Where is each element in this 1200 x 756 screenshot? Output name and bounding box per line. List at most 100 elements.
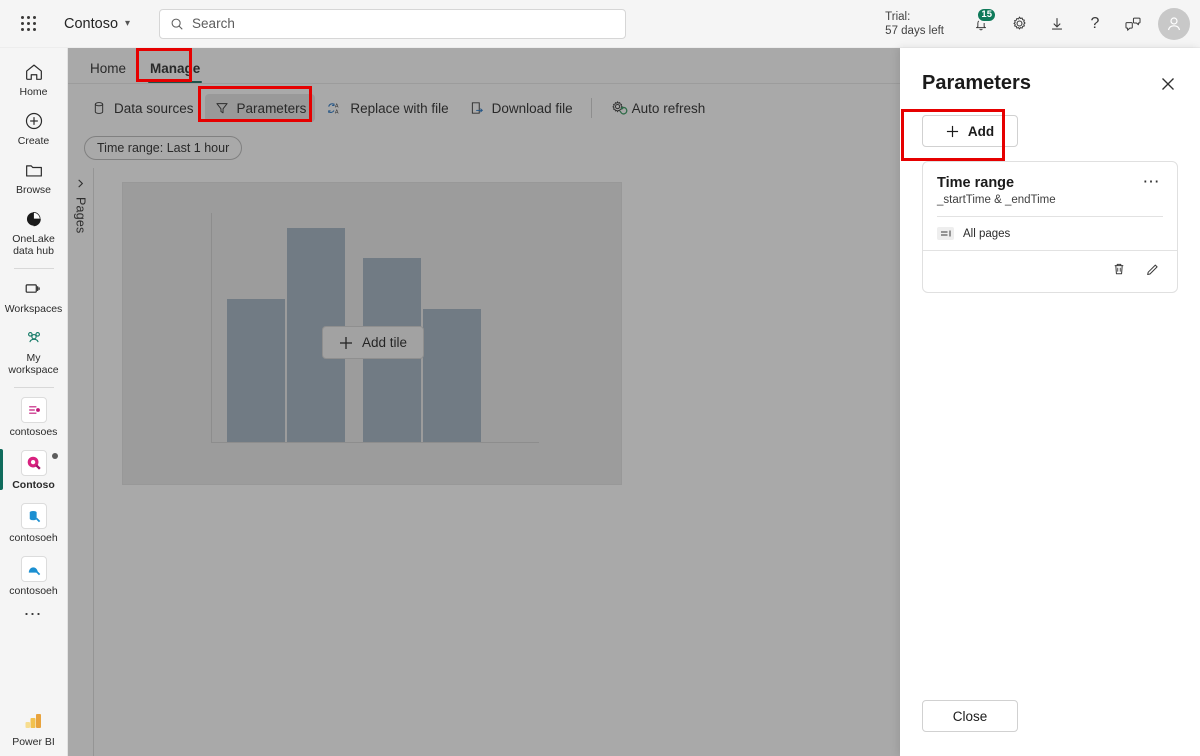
parameter-name: Time range — [937, 175, 1015, 191]
sidebar-item-workspaces[interactable]: Workspaces — [0, 271, 67, 320]
chevron-right-icon — [78, 179, 84, 188]
ellipsis-icon: ⋯ — [23, 604, 44, 624]
add-parameter-button[interactable]: Add — [922, 115, 1018, 147]
parameter-scope: All pages — [923, 217, 1177, 250]
workspaces-icon — [25, 284, 40, 293]
sidebar-item-label: Contoso — [12, 479, 55, 491]
parameter-card-header: Time range _startTime & _endTime ⋯ — [923, 162, 1177, 216]
help-icon: ? — [1090, 14, 1100, 32]
sidebar-item-my-workspace[interactable]: My workspace — [0, 320, 67, 381]
sidebar-item-label: contosoes — [9, 426, 58, 438]
sidebar-item-contosoeh-kql[interactable]: contosoeh — [0, 549, 67, 602]
app-launcher-icon[interactable] — [12, 15, 46, 32]
people-icon — [27, 332, 40, 343]
sidebar-item-onelake-data-hub[interactable]: OneLake data hub — [0, 201, 67, 262]
sidebar-item-label: contosoeh — [9, 585, 58, 597]
sidebar-item-label: Home — [19, 86, 48, 98]
parameters-button[interactable]: Parameters — [204, 94, 316, 122]
parameters-panel: Parameters Add Time range _startTime & _… — [900, 48, 1200, 756]
eventstream-icon — [20, 397, 47, 423]
sidebar-item-contosoeh-eventhouse[interactable]: contosoeh — [0, 496, 67, 549]
close-button[interactable]: Close — [922, 700, 1018, 732]
chevron-down-icon: ▾ — [125, 18, 131, 29]
svg-text:A: A — [335, 103, 339, 109]
database-icon — [94, 102, 104, 114]
brand-switcher[interactable]: Contoso ▾ — [64, 16, 130, 32]
plus-icon — [946, 125, 958, 137]
divider — [13, 387, 54, 388]
eventhouse-icon — [20, 503, 47, 529]
sidebar-item-contoso[interactable]: Contoso — [0, 443, 67, 496]
plus-circle-icon — [25, 112, 42, 130]
panel-header: Parameters — [900, 48, 1200, 101]
trial-line-2: 57 days left — [885, 24, 944, 37]
ribbon-label: Download file — [491, 100, 573, 116]
chart-y-axis — [211, 213, 212, 443]
ribbon-label: Parameters — [236, 100, 307, 116]
chart-bar — [423, 309, 481, 442]
replace-file-icon: A A — [328, 102, 339, 115]
panel-footer: Close — [900, 700, 1200, 756]
search-placeholder: Search — [192, 16, 235, 31]
feedback-button[interactable] — [1114, 5, 1152, 43]
left-nav-rail: Home Create Browse OneLake data hub Work… — [0, 48, 68, 756]
kql-database-icon — [20, 556, 47, 582]
download-file-icon — [471, 102, 483, 114]
add-tile-button[interactable]: Add tile — [322, 326, 425, 359]
sidebar-item-power-bi[interactable]: Power BI — [0, 709, 67, 756]
trash-icon[interactable] — [1109, 259, 1129, 284]
help-button[interactable]: ? — [1076, 5, 1114, 43]
sidebar-item-contosoes[interactable]: contosoes — [0, 390, 67, 443]
sidebar-item-browse[interactable]: Browse — [0, 152, 67, 201]
settings-button[interactable] — [1000, 5, 1038, 43]
replace-with-file-button[interactable]: A A Replace with file — [317, 94, 457, 123]
sidebar-item-label: Create — [17, 135, 50, 147]
svg-text:A: A — [335, 109, 339, 115]
ribbon-label: Auto refresh — [631, 100, 706, 116]
plus-icon — [340, 336, 352, 349]
sidebar-more-button[interactable]: ⋯ — [0, 602, 67, 624]
notification-badge: 15 — [976, 6, 997, 23]
auto-refresh-button[interactable]: Auto refresh — [601, 93, 715, 123]
feedback-icon — [1125, 17, 1141, 31]
trial-line-1: Trial: — [885, 10, 911, 23]
tab-manage[interactable]: Manage — [138, 55, 212, 83]
tab-home[interactable]: Home — [78, 55, 138, 83]
notifications-button[interactable]: 15 — [962, 5, 1000, 43]
tab-label: Home — [90, 61, 127, 76]
sidebar-item-label: Workspaces — [4, 303, 63, 315]
download-file-button[interactable]: Download file — [460, 94, 582, 122]
ribbon-label: Replace with file — [350, 100, 449, 116]
download-icon — [1052, 17, 1062, 30]
time-range-chip[interactable]: Time range: Last 1 hour — [84, 136, 243, 160]
sidebar-item-label: Power BI — [12, 736, 55, 748]
onelake-icon — [26, 212, 41, 227]
trial-status: Trial: 57 days left — [885, 10, 944, 38]
pages-scope-icon — [937, 227, 954, 240]
auto-refresh-icon — [611, 100, 628, 115]
folder-icon — [25, 165, 42, 177]
parameter-card: Time range _startTime & _endTime ⋯ All p… — [922, 161, 1178, 293]
page-title: Parameters — [922, 72, 1031, 94]
ellipsis-icon[interactable]: ⋯ — [1141, 173, 1164, 206]
sidebar-item-label: Browse — [15, 184, 51, 196]
avatar[interactable] — [1158, 7, 1190, 40]
parameter-scope-label: All pages — [963, 227, 1011, 240]
search-input[interactable]: Search — [159, 8, 627, 39]
gear-icon — [1012, 16, 1026, 30]
sidebar-item-create[interactable]: Create — [0, 103, 67, 152]
tab-label: Manage — [150, 61, 201, 76]
chart-x-axis — [211, 442, 539, 443]
close-icon[interactable] — [1156, 72, 1180, 101]
sidebar-item-home[interactable]: Home — [0, 54, 67, 103]
header-actions: Trial: 57 days left 15 ? — [885, 5, 1200, 43]
realtime-dashboard-icon — [20, 450, 47, 476]
home-icon — [25, 64, 42, 80]
download-button[interactable] — [1038, 5, 1076, 43]
sidebar-item-label: contosoeh — [9, 532, 58, 544]
funnel-icon — [215, 103, 228, 114]
divider — [590, 98, 592, 118]
pencil-icon[interactable] — [1143, 259, 1163, 284]
data-sources-button[interactable]: Data sources — [82, 94, 203, 122]
pages-panel-toggle[interactable]: Pages — [68, 168, 94, 756]
